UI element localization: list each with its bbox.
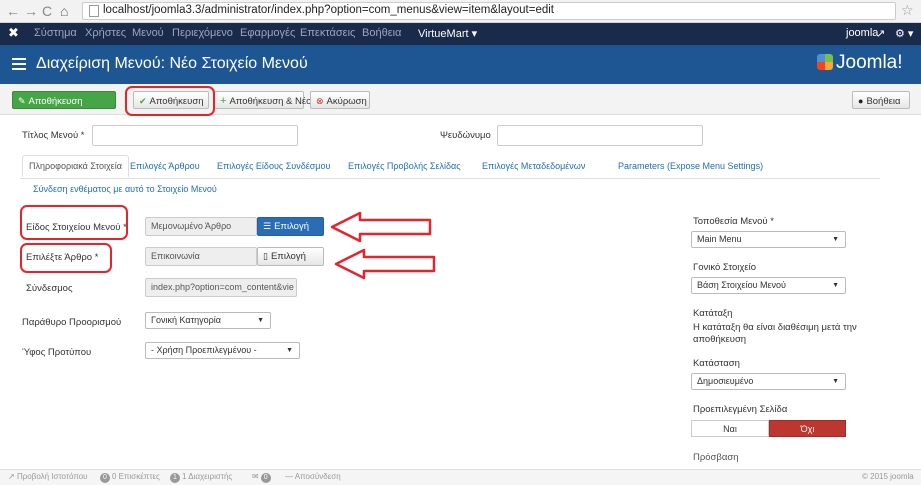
url-text: localhost/joomla3.3/administrator/index.… xyxy=(103,4,554,16)
select-article-value: Επικοινωνία xyxy=(145,247,257,266)
tab-metadata-options[interactable]: Επιλογές Μεταδεδομένων xyxy=(482,161,585,171)
caret-down-icon: ▼ xyxy=(832,282,839,289)
tab-divider xyxy=(20,178,880,179)
joomla-menu-icon[interactable]: ✖ xyxy=(8,25,19,41)
annotation-highlight-save-close xyxy=(125,86,215,116)
address-bar[interactable]: localhost/joomla3.3/administrator/index.… xyxy=(82,2,896,20)
home-icon[interactable]: ⌂ xyxy=(60,3,68,19)
parent-item-select[interactable]: Βάση Στοιχείου Μενού ▼ xyxy=(691,277,846,294)
view-site-link[interactable]: ↗ Προβολή Ιστοτόπου xyxy=(8,472,88,481)
annotation-highlight-item-type xyxy=(20,205,128,240)
external-link-icon: ↗ xyxy=(876,28,886,40)
target-window-select[interactable]: Γονική Κατηγορία ▼ xyxy=(145,312,271,329)
browser-toolbar: ← → C ⌂ localhost/joomla3.3/administrato… xyxy=(0,0,921,23)
cancel-icon: ⊗ xyxy=(316,96,324,106)
admin-top-menu: ✖ Σύστημα Χρήστες Μενού Περιεχόμενο Εφαρ… xyxy=(0,23,921,45)
caret-down-icon: ▼ xyxy=(286,347,293,354)
page-icon xyxy=(89,5,99,17)
logout-link[interactable]: — Αποσύνδεση xyxy=(285,472,341,481)
envelope-icon: ✉ xyxy=(252,472,259,481)
status-bar: ↗ Προβολή Ιστοτόπου 00 Επισκέπτες 11 Δια… xyxy=(0,469,921,485)
alias-label: Ψευδώνυμο xyxy=(440,130,491,141)
ordering-label: Κατάταξη xyxy=(693,308,733,319)
default-page-no-button[interactable]: Όχι xyxy=(769,420,846,437)
default-page-label: Προεπιλεγμένη Σελίδα xyxy=(693,404,788,415)
menu-help[interactable]: Βοήθεια xyxy=(362,27,401,39)
joomla-logo-icon xyxy=(817,54,833,70)
page-title: Διαχείριση Μενού: Νέο Στοιχείο Μενού xyxy=(36,55,308,72)
forward-icon[interactable]: → xyxy=(24,3,38,19)
bookmark-star-icon[interactable]: ☆ xyxy=(901,2,914,19)
question-icon: ● xyxy=(858,96,864,106)
alias-input[interactable] xyxy=(497,125,703,146)
menu-item-type-select-button[interactable]: ☰ Επιλογή xyxy=(257,217,324,236)
admins-count: 11 Διαχειριστής xyxy=(168,472,232,483)
tab-parameters[interactable]: Parameters (Expose Menu Settings) xyxy=(618,161,763,171)
menu-title-label: Τίτλος Μενού * xyxy=(22,130,85,141)
annotation-highlight-select-article xyxy=(20,243,112,273)
menu-system[interactable]: Σύστημα xyxy=(34,27,77,39)
gear-icon[interactable]: ⚙ ▾ xyxy=(895,27,913,40)
tab-page-display-options[interactable]: Επιλογές Προβολής Σελίδας xyxy=(348,161,461,171)
menu-item-type-value: Μεμονωμένο Άρθρο xyxy=(145,217,257,236)
menu-menus[interactable]: Μενού xyxy=(132,27,164,39)
save-new-button[interactable]: + Αποθήκευση & Νέο xyxy=(214,91,311,109)
edit-icon: ✎ xyxy=(18,96,26,106)
menu-users[interactable]: Χρήστες xyxy=(85,27,126,39)
menu-components[interactable]: Εφαρμογές xyxy=(240,27,295,39)
messages-count: ✉ 0 xyxy=(252,472,273,483)
template-style-select[interactable]: - Χρήση Προεπιλεγμένου - ▼ xyxy=(145,342,300,359)
tab-article-options[interactable]: Επιλογές Άρθρου xyxy=(130,161,200,171)
cancel-button[interactable]: ⊗ Ακύρωση xyxy=(310,91,370,109)
template-style-label: Ύφος Προτύπου xyxy=(22,347,92,358)
link-value: index.php?option=com_content&vie xyxy=(145,278,297,297)
default-page-yes-button[interactable]: Ναι xyxy=(691,420,769,437)
status-label: Κατάσταση xyxy=(693,358,740,369)
save-button[interactable]: ✎ Αποθήκευση xyxy=(12,91,116,109)
menu-content[interactable]: Περιεχόμενο xyxy=(172,27,233,39)
help-button[interactable]: ● Βοήθεια xyxy=(852,91,910,109)
copyright-text: © 2015 joomla xyxy=(862,472,914,481)
user-menu[interactable]: joomla xyxy=(846,27,878,39)
menu-extensions[interactable]: Επεκτάσεις xyxy=(300,27,355,39)
joomla-logo-text: Joomla! xyxy=(836,52,903,73)
file-icon: ▯ xyxy=(263,251,268,261)
tab-link-type-options[interactable]: Επιλογές Είδους Συνδέσμου xyxy=(217,161,330,171)
menu-location-select[interactable]: Main Menu ▼ xyxy=(691,231,846,248)
list-icon xyxy=(12,58,26,73)
access-label: Πρόσβαση xyxy=(693,452,739,463)
link-label: Σύνδεσμος xyxy=(26,283,73,294)
caret-down-icon: ▼ xyxy=(832,378,839,385)
tab-module-assignment[interactable]: Σύνδεση ενθέματος με αυτό το Στοιχείο Με… xyxy=(33,184,217,194)
page-header: Διαχείριση Μενού: Νέο Στοιχείο Μενού Joo… xyxy=(0,45,921,84)
joomla-logo: Joomla! xyxy=(817,52,903,74)
back-icon[interactable]: ← xyxy=(6,3,20,19)
caret-down-icon: ▼ xyxy=(257,317,264,324)
annotation-arrow-icon xyxy=(330,211,432,243)
list-icon: ☰ xyxy=(263,221,272,231)
reload-icon[interactable]: C xyxy=(42,3,52,19)
annotation-arrow-icon xyxy=(334,248,436,280)
visitors-count: 00 Επισκέπτες xyxy=(98,472,160,483)
caret-down-icon: ▼ xyxy=(832,236,839,243)
target-window-label: Παράθυρο Προορισμού xyxy=(22,317,122,328)
ordering-note: Η κατάταξη θα είναι διαθέσιμη μετά την α… xyxy=(693,322,857,345)
menu-title-input[interactable] xyxy=(92,125,298,146)
plus-icon: + xyxy=(220,95,227,107)
menu-virtuemart[interactable]: VirtueMart ▾ xyxy=(418,27,477,40)
select-article-button[interactable]: ▯ Επιλογή xyxy=(257,247,324,266)
tab-details[interactable]: Πληροφοριακά Στοιχεία xyxy=(22,155,129,177)
parent-item-label: Γονικό Στοιχείο xyxy=(693,262,756,273)
status-select[interactable]: Δημοσιευμένο ▼ xyxy=(691,373,846,390)
menu-location-label: Τοποθεσία Μενού * xyxy=(693,216,774,227)
